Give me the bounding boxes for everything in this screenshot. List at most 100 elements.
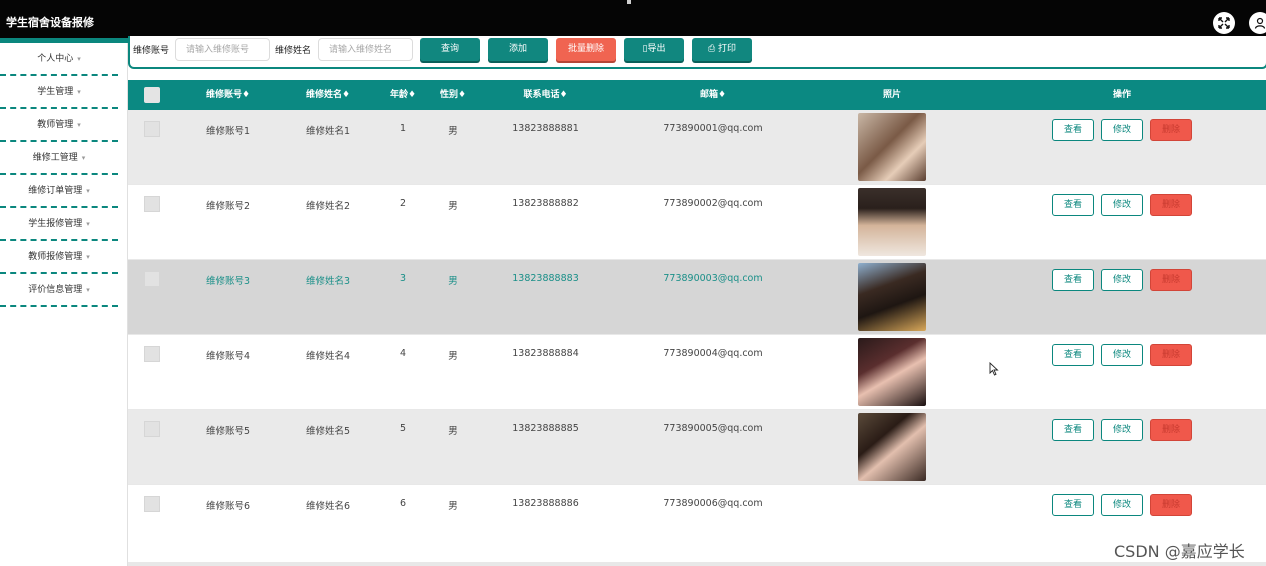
- delete-button[interactable]: 删除: [1150, 194, 1192, 216]
- sidebar-item-personal-center[interactable]: 个人中心 ▾: [0, 43, 118, 76]
- column-header-name[interactable]: 维修姓名♦: [298, 80, 358, 110]
- cell-name: 维修姓名2: [305, 201, 351, 212]
- view-button[interactable]: 查看: [1052, 119, 1094, 141]
- view-button[interactable]: 查看: [1052, 269, 1094, 291]
- cell-age: 3: [399, 273, 407, 284]
- sidebar-item-teacher-repairs[interactable]: 教师报修管理 ▾: [0, 241, 118, 274]
- account-search-input[interactable]: [175, 38, 270, 61]
- row-checkbox[interactable]: [144, 346, 160, 362]
- cell-gender: 男: [448, 201, 458, 212]
- top-marker: [627, 0, 631, 4]
- select-all-checkbox[interactable]: [144, 87, 160, 103]
- account-label: 维修账号: [133, 46, 170, 56]
- edit-button[interactable]: 修改: [1101, 419, 1143, 441]
- name-search-input[interactable]: [318, 38, 413, 61]
- cell-name: 维修姓名6: [305, 501, 351, 512]
- table-row: 维修账号1 维修姓名1 1 男 13823888881 773890001@qq…: [128, 110, 1266, 185]
- cell-account: 维修账号4: [205, 351, 251, 362]
- delete-button[interactable]: 删除: [1150, 344, 1192, 366]
- sidebar-item-student-repairs[interactable]: 学生报修管理 ▾: [0, 208, 118, 241]
- batch-delete-button-label: 批量删除: [567, 44, 604, 54]
- profile-photo: [858, 263, 926, 331]
- edit-button[interactable]: 修改: [1101, 269, 1143, 291]
- column-header-age[interactable]: 年龄♦: [383, 80, 423, 110]
- query-button[interactable]: 查询: [420, 38, 480, 61]
- sidebar-item-repair-orders[interactable]: 维修订单管理 ▾: [0, 175, 118, 208]
- query-button-label: 查询: [440, 44, 459, 54]
- user-icon[interactable]: [1249, 12, 1266, 34]
- sidebar-item-students[interactable]: 学生管理 ▾: [0, 76, 118, 109]
- chevron-down-icon: ▾: [86, 220, 90, 228]
- cell-gender: 男: [448, 276, 458, 287]
- batch-delete-button[interactable]: 批量删除: [556, 38, 616, 61]
- cell-gender: 男: [448, 351, 458, 362]
- view-button[interactable]: 查看: [1052, 194, 1094, 216]
- sidebar-item-label: 个人中心: [37, 54, 74, 64]
- cell-email: 773890005@qq.com: [663, 423, 763, 434]
- column-header-gender[interactable]: 性别♦: [433, 80, 473, 110]
- cell-account: 维修账号5: [205, 426, 251, 437]
- cell-age: 6: [399, 498, 407, 509]
- sidebar-item-label: 评价信息管理: [28, 285, 83, 295]
- edit-button[interactable]: 修改: [1101, 194, 1143, 216]
- edit-button[interactable]: 修改: [1101, 494, 1143, 516]
- row-checkbox[interactable]: [144, 271, 160, 287]
- cell-email: 773890006@qq.com: [663, 498, 763, 509]
- chevron-down-icon: ▾: [86, 286, 90, 294]
- column-header-photo: 照片: [882, 90, 901, 100]
- sidebar: 个人中心 ▾ 学生管理 ▾ 教师管理 ▾ 维修工管理 ▾ 维修订单管理 ▾ 学生报修管理 ▾…: [0, 43, 120, 566]
- column-header-account[interactable]: 维修账号♦: [198, 80, 258, 110]
- delete-button[interactable]: 删除: [1150, 419, 1192, 441]
- add-button-label: 添加: [508, 44, 527, 54]
- cell-name: 维修姓名4: [305, 351, 351, 362]
- delete-button[interactable]: 删除: [1150, 494, 1192, 516]
- cell-gender: 男: [448, 126, 458, 137]
- cell-email: 773890004@qq.com: [663, 348, 763, 359]
- edit-button[interactable]: 修改: [1101, 344, 1143, 366]
- column-header-phone[interactable]: 联系电话♦: [513, 80, 578, 110]
- cell-account: 维修账号2: [205, 201, 251, 212]
- horizontal-scrollbar[interactable]: [128, 562, 1266, 566]
- sidebar-item-label: 学生管理: [37, 87, 74, 97]
- cell-account: 维修账号1: [205, 126, 251, 137]
- sidebar-item-repairmen[interactable]: 维修工管理 ▾: [0, 142, 118, 175]
- app-title: 学生宿舍设备报修: [6, 16, 94, 29]
- expand-icon[interactable]: [1213, 12, 1235, 34]
- add-button[interactable]: 添加: [488, 38, 548, 61]
- print-button-label: 打印: [718, 44, 737, 54]
- chevron-down-icon: ▾: [81, 154, 86, 162]
- view-button[interactable]: 查看: [1052, 419, 1094, 441]
- row-checkbox[interactable]: [144, 421, 160, 437]
- row-checkbox[interactable]: [144, 196, 160, 212]
- row-checkbox[interactable]: [144, 496, 160, 512]
- delete-button[interactable]: 删除: [1150, 119, 1192, 141]
- cell-account: 维修账号3: [205, 276, 251, 287]
- sidebar-item-label: 维修工管理: [32, 153, 78, 163]
- view-button[interactable]: 查看: [1052, 344, 1094, 366]
- print-button[interactable]: ⎙ 打印: [692, 38, 752, 61]
- delete-button[interactable]: 删除: [1150, 269, 1192, 291]
- table-row: 维修账号6 维修姓名6 6 男 13823888886 773890006@qq…: [128, 485, 1266, 560]
- cell-gender: 男: [448, 501, 458, 512]
- column-header-email[interactable]: 邮箱♦: [688, 80, 738, 110]
- chevron-down-icon: ▾: [86, 187, 90, 195]
- profile-photo: [858, 338, 926, 406]
- sidebar-item-teachers[interactable]: 教师管理 ▾: [0, 109, 118, 142]
- row-checkbox[interactable]: [144, 121, 160, 137]
- cell-age: 2: [399, 198, 407, 209]
- cell-phone: 13823888883: [512, 273, 579, 284]
- chevron-down-icon: ▾: [77, 121, 81, 129]
- view-button[interactable]: 查看: [1052, 494, 1094, 516]
- cell-name: 维修姓名5: [305, 426, 351, 437]
- table-header: 维修账号♦ 维修姓名♦ 年龄♦ 性别♦ 联系电话♦ 邮箱♦ 照片 操作: [128, 80, 1266, 110]
- cell-email: 773890002@qq.com: [663, 198, 763, 209]
- table-row: 维修账号4 维修姓名4 4 男 13823888884 773890004@qq…: [128, 335, 1266, 410]
- sidebar-item-label: 维修订单管理: [28, 186, 83, 196]
- cell-phone: 13823888884: [512, 348, 579, 359]
- sidebar-item-reviews[interactable]: 评价信息管理 ▾: [0, 274, 118, 307]
- edit-button[interactable]: 修改: [1101, 119, 1143, 141]
- top-bar: 学生宿舍设备报修: [0, 0, 1266, 38]
- export-button[interactable]: ▯导出: [624, 38, 684, 61]
- cell-name: 维修姓名1: [305, 126, 351, 137]
- chevron-down-icon: ▾: [86, 253, 90, 261]
